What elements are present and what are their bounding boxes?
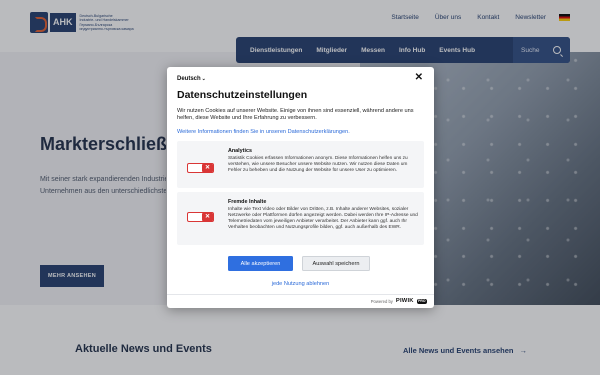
category-name: Analytics (228, 148, 252, 154)
category-description: Statistik Cookies erfassen Informationen… (228, 155, 408, 173)
analytics-toggle[interactable]: ✕ (187, 163, 214, 173)
external-content-toggle[interactable]: ✕ (187, 212, 214, 222)
save-selection-button[interactable]: Auswahl speichern (302, 256, 370, 271)
category-external-content: ✕ Fremde Inhalte Inhalte wie Text Video … (177, 192, 424, 245)
powered-by-label: Powered by (370, 298, 393, 304)
pro-badge: PRO (416, 298, 427, 304)
category-body: Analytics Statistik Cookies erfassen Inf… (228, 148, 418, 174)
language-label: Deutsch (177, 76, 201, 82)
consent-dialog: Deutsch⌄ ✕ Datenschutzeinstellungen Wir … (167, 67, 434, 308)
reject-all-link[interactable]: jede Nutzung ablehnen (167, 281, 434, 287)
category-body: Fremde Inhalte Inhalte wie Text Video od… (228, 199, 418, 231)
toggle-off-icon: ✕ (202, 164, 213, 173)
piwik-logo[interactable]: PIWIK (396, 298, 414, 304)
consent-title: Datenschutzeinstellungen (177, 89, 308, 101)
category-description: Inhalte wie Text Video oder Bilder von D… (228, 206, 418, 230)
divider (167, 294, 434, 295)
privacy-policy-link[interactable]: Weitere Informationen finden Sie in unse… (177, 129, 350, 135)
toggle-off-icon: ✕ (202, 213, 213, 222)
accept-all-button[interactable]: Alle akzeptieren (228, 256, 293, 271)
category-analytics: ✕ Analytics Statistik Cookies erfassen I… (177, 141, 424, 188)
chevron-down-icon: ⌄ (201, 76, 206, 82)
consent-intro: Wir nutzen Cookies auf unserer Website. … (177, 108, 414, 122)
powered-by: Powered by PIWIK PRO (371, 298, 427, 304)
category-name: Fremde Inhalte (228, 199, 267, 205)
language-selector[interactable]: Deutsch⌄ (177, 76, 206, 82)
close-icon[interactable]: ✕ (415, 73, 423, 83)
